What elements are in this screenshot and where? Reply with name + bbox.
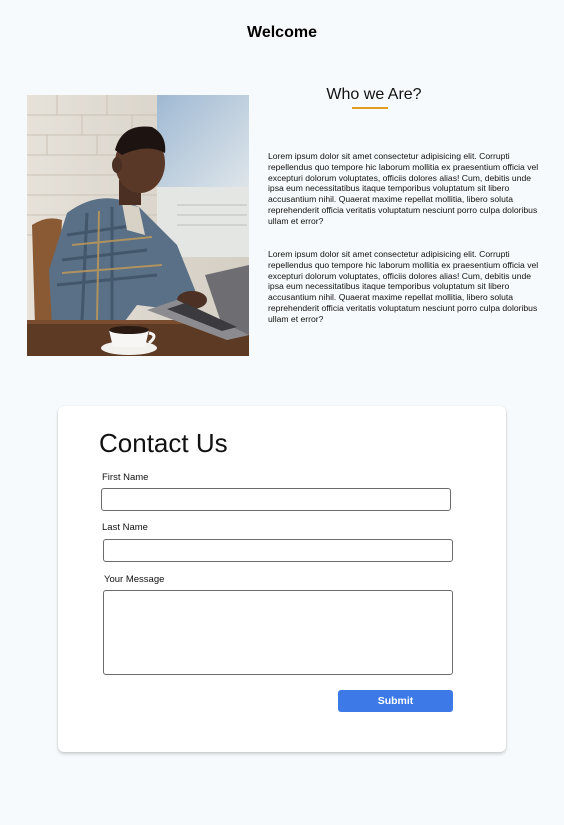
message-label: Your Message [104,574,165,585]
page: Welcome Who we Are? Lorem ipsum dolor si… [0,0,564,825]
about-paragraph-2: Lorem ipsum dolor sit amet consectetur a… [268,249,539,324]
last-name-label: Last Name [102,522,148,533]
submit-button[interactable]: Submit [338,690,453,712]
first-name-label: First Name [102,472,149,483]
about-photo [27,95,249,356]
message-textarea[interactable] [103,590,453,675]
contact-card: Contact Us First Name Last Name Your Mes… [58,406,506,752]
page-title: Welcome [247,24,317,41]
last-name-input[interactable] [103,539,453,562]
first-name-input[interactable] [101,488,451,511]
person-at-laptop-image [27,95,249,356]
about-paragraph-1: Lorem ipsum dolor sit amet consectetur a… [268,151,539,226]
about-heading: Who we Are? [326,86,422,103]
about-heading-underline [352,107,388,109]
contact-heading: Contact Us [99,428,228,458]
